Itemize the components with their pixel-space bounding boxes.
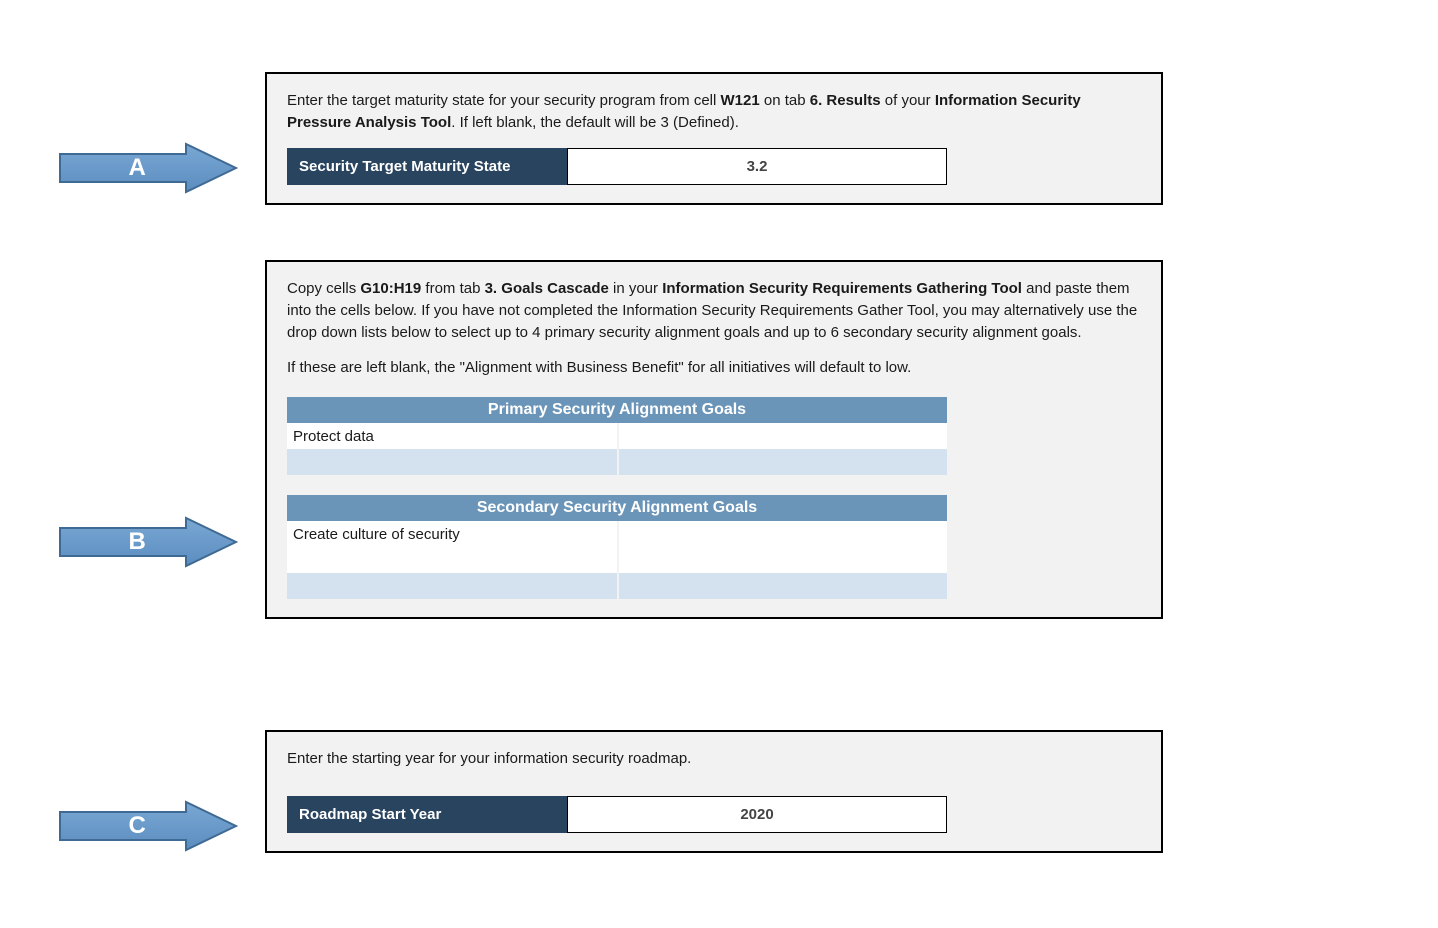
table-row: Create culture of security [287,521,947,547]
secondary-goal-cell[interactable] [287,547,617,573]
target-maturity-label: Security Target Maturity State [287,148,567,185]
panel-b-instruction-2: If these are left blank, the "Alignment … [287,357,1141,379]
secondary-goal-cell[interactable] [617,521,947,547]
target-maturity-value[interactable]: 3.2 [567,148,947,185]
document-canvas: A Enter the target maturity state for yo… [0,0,1438,928]
panel-b: Copy cells G10:H19 from tab 3. Goals Cas… [265,260,1163,619]
panel-c-instruction: Enter the starting year for your informa… [287,748,1141,770]
secondary-goals-header: Secondary Security Alignment Goals [287,495,947,521]
table-gap [287,475,947,495]
arrow-right-icon [58,800,238,852]
arrow-label-c: C [129,812,146,840]
arrow-c: C [58,800,238,852]
primary-goals-table: Primary Security Alignment Goals Protect… [287,397,947,599]
primary-goal-cell[interactable]: Protect data [287,423,617,449]
roadmap-year-value[interactable]: 2020 [567,796,947,833]
table-row [287,547,947,573]
primary-goal-cell[interactable] [617,449,947,475]
panel-c: Enter the starting year for your informa… [265,730,1163,853]
panel-a: Enter the target maturity state for your… [265,72,1163,205]
panel-b-instruction-1: Copy cells G10:H19 from tab 3. Goals Cas… [287,278,1141,343]
arrow-b: B [58,516,238,568]
roadmap-year-label: Roadmap Start Year [287,796,567,833]
arrow-right-icon [58,516,238,568]
table-row [287,573,947,599]
primary-goal-cell[interactable] [287,449,617,475]
target-maturity-row: Security Target Maturity State 3.2 [287,148,947,185]
table-row: Protect data [287,423,947,449]
roadmap-year-row: Roadmap Start Year 2020 [287,796,947,833]
arrow-right-icon [58,142,238,194]
arrow-label-b: B [129,528,146,556]
secondary-goal-cell[interactable]: Create culture of security [287,521,617,547]
arrow-label-a: A [129,154,146,182]
secondary-goal-cell[interactable] [287,573,617,599]
panel-a-instruction: Enter the target maturity state for your… [287,90,1141,134]
arrow-a: A [58,142,238,194]
secondary-goal-cell[interactable] [617,547,947,573]
secondary-goal-cell[interactable] [617,573,947,599]
primary-goals-header: Primary Security Alignment Goals [287,397,947,423]
primary-goal-cell[interactable] [617,423,947,449]
table-row [287,449,947,475]
